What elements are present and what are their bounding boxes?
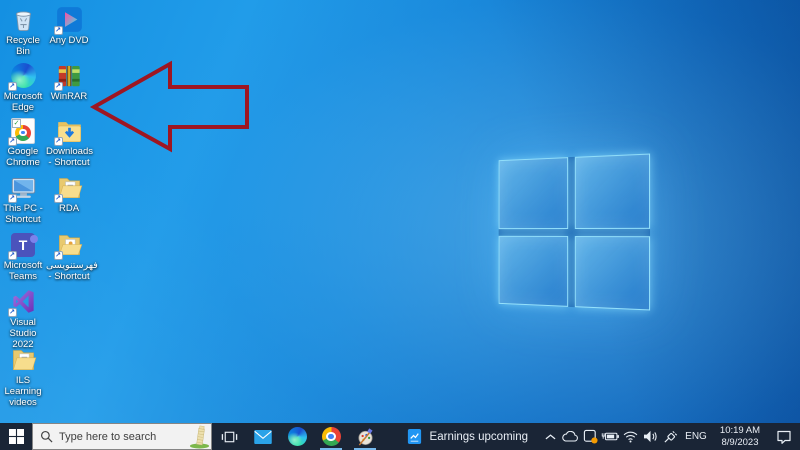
- visual-studio-icon: ↗: [7, 288, 37, 317]
- left-arrow-outline: [89, 60, 249, 153]
- start-button[interactable]: [0, 423, 32, 450]
- task-view-button[interactable]: [212, 423, 246, 450]
- language-code: ENG: [685, 431, 707, 442]
- mail-icon: [254, 429, 272, 444]
- taskbar-search-box[interactable]: [32, 423, 212, 450]
- desktop-icon-ils-learning-videos[interactable]: ILS Learning videos: [0, 346, 46, 409]
- shortcut-arrow-badge: ↗: [53, 26, 63, 35]
- action-center-icon: [777, 430, 791, 444]
- widget-headline: Earnings upcoming: [429, 430, 528, 443]
- desktop-icon-label: Downloads - Shortcut: [46, 146, 93, 169]
- folder-documents-icon: [10, 346, 37, 373]
- desktop-icon-microsoft-edge[interactable]: ↗ Microsoft Edge: [0, 62, 46, 113]
- desktop-icon-label: Microsoft Teams: [3, 260, 43, 283]
- check-icon: ✓: [12, 118, 21, 128]
- action-center-button[interactable]: [768, 423, 800, 450]
- news-interests-widget[interactable]: Earnings upcoming: [398, 423, 540, 450]
- winrar-icon: ↗: [53, 62, 83, 91]
- search-input[interactable]: [59, 430, 189, 443]
- taskbar: Earnings upcoming: [0, 423, 800, 450]
- cloud-icon: [562, 431, 578, 442]
- shortcut-arrow-badge: ↗: [53, 194, 63, 203]
- usb-plug-icon: [663, 430, 677, 443]
- paint-icon: [357, 428, 373, 446]
- desktop-icon-google-chrome[interactable]: ✓ ↗ Google Chrome: [0, 117, 46, 168]
- shortcut-arrow-badge: ↗: [7, 308, 17, 317]
- task-view-icon: [221, 431, 237, 442]
- shortcut-arrow-badge: ↗: [53, 251, 63, 260]
- wifi-icon: [623, 431, 637, 443]
- shortcut-arrow-badge: ↗: [53, 137, 63, 146]
- chrome-icon: [321, 427, 341, 446]
- search-icon: [40, 430, 53, 443]
- desktop-icon-microsoft-teams[interactable]: T ↗ Microsoft Teams: [0, 231, 46, 282]
- tray-wifi[interactable]: [620, 423, 640, 450]
- shortcut-arrow-badge: ↗: [53, 82, 63, 91]
- desktop-icon-rda[interactable]: ↗ RDA: [46, 174, 92, 214]
- desktop-icon-label: Google Chrome: [6, 146, 40, 169]
- desktop-icon-label: Any DVD: [49, 35, 89, 46]
- desktop-icon-recycle-bin[interactable]: Recycle Bin: [0, 6, 46, 57]
- teams-letter: T: [18, 236, 28, 253]
- desktop-icon-downloads-shortcut[interactable]: ↗ Downloads - Shortcut: [46, 117, 93, 169]
- desktop-icon-fehrestnevisi-shortcut[interactable]: ↗ فهرستنویسی - Shortcut: [46, 231, 98, 283]
- windows-logo-pane: [574, 235, 651, 311]
- desktop-icon-label: فهرستنویسی - Shortcut: [46, 260, 98, 283]
- shortcut-arrow-badge: ↗: [7, 194, 17, 203]
- desktop-icon-winrar[interactable]: ↗ WinRAR: [46, 62, 92, 102]
- annotation-arrow: [89, 60, 249, 153]
- desktop[interactable]: Recycle Bin ↗ Any DVD ↗ Microsoft Edge ↗…: [0, 0, 800, 423]
- battery-charging-icon: [601, 432, 619, 441]
- tray-onedrive[interactable]: [560, 423, 580, 450]
- desktop-icon-label: RDA: [58, 203, 80, 214]
- folder-documents-icon: ↗: [53, 174, 83, 203]
- windows-logo-pane: [498, 235, 568, 307]
- tray-safely-remove-hardware[interactable]: [660, 423, 680, 450]
- taskbar-app-chrome[interactable]: [314, 423, 348, 450]
- recycle-bin-icon: [10, 6, 37, 33]
- clock-time: 10:19 AM: [719, 424, 761, 436]
- speaker-icon: [643, 430, 657, 443]
- tray-volume[interactable]: [640, 423, 660, 450]
- desktop-icon-visual-studio-2022[interactable]: ↗ Visual Studio 2022: [0, 288, 46, 351]
- taskbar-empty-space: [382, 423, 398, 450]
- media-player-icon: ↗: [53, 6, 83, 35]
- desktop-icon-label: WinRAR: [50, 91, 88, 102]
- clock-date: 8/9/2023: [721, 436, 759, 448]
- stocks-chart-icon: [407, 428, 421, 445]
- windows-logo-pane: [498, 157, 568, 229]
- windows-logo-pane: [574, 153, 651, 229]
- edge-icon: [287, 427, 307, 446]
- chrome-icon: ✓ ↗: [7, 117, 37, 146]
- tray-language-indicator[interactable]: ENG: [680, 423, 712, 450]
- taskbar-app-edge[interactable]: [280, 423, 314, 450]
- desktop-icon-label: ILS Learning videos: [4, 375, 42, 409]
- taskbar-app-paint[interactable]: [348, 423, 382, 450]
- pictures-folder-icon: ↗: [53, 231, 83, 260]
- shortcut-arrow-badge: ↗: [7, 137, 17, 146]
- desktop-icon-this-pc-shortcut[interactable]: ↗ This PC - Shortcut: [0, 174, 46, 225]
- windows-start-icon: [8, 429, 24, 444]
- teams-icon: T ↗: [7, 231, 38, 260]
- tray-battery[interactable]: [600, 423, 620, 450]
- taskbar-app-mail[interactable]: [246, 423, 280, 450]
- shortcut-arrow-badge: ↗: [7, 251, 17, 260]
- chevron-up-icon: [545, 433, 555, 439]
- tray-show-hidden-icons-button[interactable]: [540, 423, 560, 450]
- app-window-notification-icon: [583, 429, 598, 444]
- shortcut-arrow-badge: ↗: [7, 82, 17, 91]
- tray-app-notification[interactable]: [580, 423, 600, 450]
- computer-icon: ↗: [7, 174, 37, 203]
- search-highlight-pisa-tower-image[interactable]: [189, 424, 210, 449]
- desktop-icon-label: Microsoft Edge: [3, 91, 43, 114]
- desktop-icon-label: This PC - Shortcut: [3, 203, 43, 226]
- edge-icon: ↗: [7, 62, 37, 91]
- windows-logo-wallpaper: [498, 153, 651, 311]
- desktop-icon-label: Recycle Bin: [6, 35, 40, 58]
- tray-clock[interactable]: 10:19 AM 8/9/2023: [712, 423, 768, 450]
- desktop-icon-any-dvd[interactable]: ↗ Any DVD: [46, 6, 92, 46]
- downloads-folder-icon: ↗: [53, 117, 83, 146]
